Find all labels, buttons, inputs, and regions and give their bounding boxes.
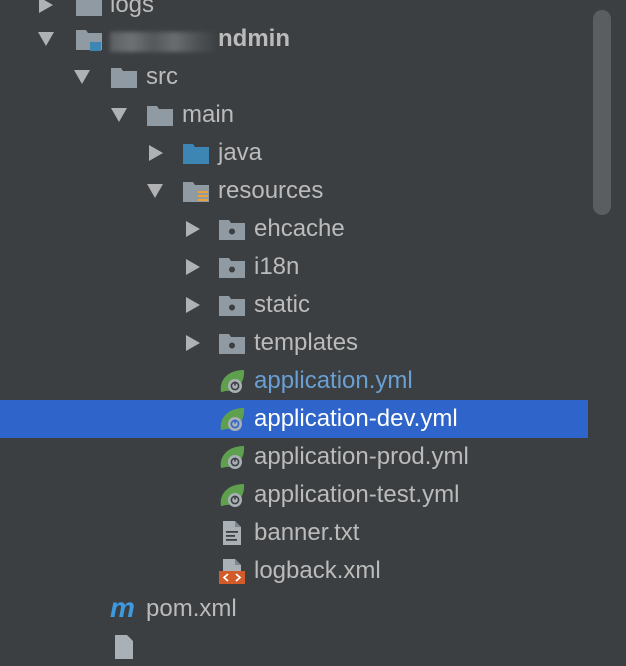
chevron-right-icon[interactable] [184,334,202,352]
text-file-icon [223,521,241,545]
chevron-right-icon[interactable] [184,258,202,276]
spring-config-icon [220,446,245,469]
tree-item-ehcache[interactable]: ehcache [0,210,588,248]
tree-item-java[interactable]: java [0,134,588,172]
resources-folder-icon [183,182,209,202]
tree-item-label: resources [218,177,324,204]
folder-icon [111,68,137,88]
package-folder-icon [219,334,245,354]
tree-item-application-dev-yml[interactable]: application-dev.yml [0,400,588,438]
tree-item-label: banner.txt [254,519,360,546]
tree-item-label: application-test.yml [254,481,460,508]
tree-item-label: application-dev.yml [254,405,458,432]
redacted-name-blur [110,32,218,52]
tree-item-label: java [218,139,263,166]
tree-item-static[interactable]: static [0,286,588,324]
tree-item-banner-txt[interactable]: banner.txt [0,514,588,552]
tree-item-resources[interactable]: resources [0,172,588,210]
project-tree: logs ndmin src main java resources ehcac… [0,0,588,659]
tree-item-pom-xml[interactable]: m pom.xml [0,590,588,628]
tree-item-label: ehcache [254,215,345,242]
package-folder-icon [219,258,245,278]
folder-icon [147,106,173,126]
tree-item-label: logback.xml [254,557,381,584]
module-folder-icon [76,30,102,51]
tree-item-application-prod-yml[interactable]: application-prod.yml [0,438,588,476]
chevron-right-icon[interactable] [37,0,55,14]
folder-icon [76,0,102,16]
package-folder-icon [219,296,245,316]
tree-item-label: application-prod.yml [254,443,469,470]
tree-item-partial[interactable] [0,628,588,666]
spring-config-icon [220,370,245,393]
tree-item-application-test-yml[interactable]: application-test.yml [0,476,588,514]
tree-item-label: ndmin [218,25,290,52]
package-folder-icon [219,220,245,240]
tree-item-templates[interactable]: templates [0,324,588,362]
maven-icon: m [110,592,135,623]
xml-file-icon [219,559,245,584]
chevron-right-icon[interactable] [184,220,202,238]
tree-item-main[interactable]: main [0,96,588,134]
source-folder-icon [183,144,209,164]
chevron-down-icon[interactable] [146,182,164,200]
tree-item-project-root[interactable]: ndmin [0,20,588,58]
tree-item-label: pom.xml [146,595,237,622]
tree-item-application-yml[interactable]: application.yml [0,362,588,400]
tree-item-label: static [254,291,311,318]
tree-item-label: main [182,101,235,128]
spring-config-icon [220,484,245,507]
tree-item-i18n[interactable]: i18n [0,248,588,286]
chevron-down-icon[interactable] [37,30,55,48]
tree-item-label: i18n [254,253,300,280]
file-icon [115,635,133,659]
tree-item-label: templates [254,329,359,356]
spring-config-icon [220,408,245,431]
tree-item-label: application.yml [254,367,413,394]
tree-item-logback-xml[interactable]: logback.xml [0,552,588,590]
chevron-down-icon[interactable] [110,106,128,124]
tree-item-label: src [146,63,178,90]
chevron-right-icon[interactable] [184,296,202,314]
scrollbar-thumb[interactable] [593,10,611,215]
chevron-down-icon[interactable] [73,68,91,86]
chevron-right-icon[interactable] [147,144,165,162]
tree-item-src[interactable]: src [0,58,588,96]
